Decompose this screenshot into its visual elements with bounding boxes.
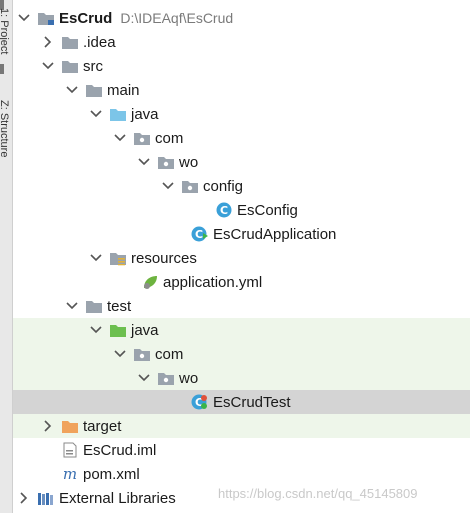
folder-label: java (131, 105, 159, 123)
folder-icon (61, 58, 79, 74)
tree-node-pom[interactable]: m pom.xml (13, 462, 470, 486)
file-label: application.yml (163, 273, 263, 291)
tree-node-idea[interactable]: .idea (13, 30, 470, 54)
tree-node-test-java[interactable]: java (13, 318, 470, 342)
tree-node-config[interactable]: config (13, 174, 470, 198)
package-label: com (155, 129, 184, 147)
chevron-right-icon[interactable] (41, 419, 55, 433)
idea-name: idea (87, 33, 116, 51)
tree-node-main-java[interactable]: java (13, 102, 470, 126)
watermark: https://blog.csdn.net/qq_45145809 (218, 486, 418, 501)
package-label: config (203, 177, 244, 195)
source-root-folder-icon (109, 106, 127, 122)
test-class-icon: C (191, 394, 209, 410)
folder-label: java (131, 321, 159, 339)
chevron-down-icon[interactable] (113, 131, 127, 145)
package-icon (133, 346, 151, 362)
tree-node-esconfig[interactable]: C EsConfig (13, 198, 470, 222)
chevron-down-icon[interactable] (65, 299, 79, 313)
maven-icon: m (61, 466, 79, 482)
spring-leaf-icon (141, 274, 159, 290)
file-label: pom.xml (83, 465, 140, 483)
chevron-down-icon[interactable] (17, 11, 31, 25)
libraries-icon (37, 490, 55, 506)
tree-node-test[interactable]: test (13, 294, 470, 318)
tree-node-resources[interactable]: resources (13, 246, 470, 270)
test-root-folder-icon (109, 322, 127, 338)
chevron-down-icon[interactable] (113, 347, 127, 361)
folder-label: test (107, 297, 132, 315)
svg-text:m: m (63, 466, 77, 482)
tree-node-main-com[interactable]: com (13, 126, 470, 150)
tree-node-test-wo[interactable]: wo (13, 366, 470, 390)
class-label: EsConfig (237, 201, 298, 219)
resources-folder-icon (109, 250, 127, 266)
chevron-down-icon[interactable] (65, 83, 79, 97)
chevron-right-icon[interactable] (41, 35, 55, 49)
tree-node-main[interactable]: main (13, 78, 470, 102)
file-label: EsCrud.iml (83, 441, 157, 459)
package-icon (157, 154, 175, 170)
tree-node-iml[interactable]: EsCrud.iml (13, 438, 470, 462)
tree-node-application-yml[interactable]: application.yml (13, 270, 470, 294)
class-label: EsCrudTest (213, 393, 291, 411)
root-project-path: D:\IDEAqf\EsCrud (120, 10, 234, 26)
package-label: wo (179, 369, 199, 387)
chevron-down-icon[interactable] (137, 371, 151, 385)
folder-label: main (107, 81, 140, 99)
tree-node-src[interactable]: src (13, 54, 470, 78)
folder-label: src (83, 57, 103, 75)
chevron-down-icon[interactable] (41, 59, 55, 73)
libraries-label: External Libraries (59, 489, 176, 507)
chevron-right-icon[interactable] (17, 491, 31, 505)
spring-boot-class-icon: C (191, 226, 209, 242)
tree-node-escrudapplication[interactable]: C EsCrudApplication (13, 222, 470, 246)
folder-label: resources (131, 249, 197, 267)
tree-node-target[interactable]: target (13, 414, 470, 438)
folder-icon (85, 82, 103, 98)
tree-node-main-wo[interactable]: wo (13, 150, 470, 174)
tool-window-strip: 1: Project Z: Structure (0, 0, 13, 513)
package-label: com (155, 345, 184, 363)
root-project-name: EsCrud (59, 9, 113, 27)
package-icon (157, 370, 175, 386)
module-folder-icon (37, 10, 55, 26)
structure-tool-tab[interactable]: Z: Structure (0, 100, 10, 157)
folder-icon (61, 34, 79, 50)
tab-separator (0, 64, 4, 74)
excluded-folder-icon (61, 418, 79, 434)
project-tree: EsCrud D:\IDEAqf\EsCrud .idea src main j… (13, 0, 470, 513)
package-icon (133, 130, 151, 146)
folder-label: .idea (83, 34, 116, 51)
chevron-down-icon[interactable] (89, 107, 103, 121)
folder-label: target (83, 417, 122, 435)
iml-file-icon (61, 442, 79, 458)
tree-node-root[interactable]: EsCrud D:\IDEAqf\EsCrud (13, 6, 470, 30)
project-tool-tab[interactable]: 1: Project (0, 8, 10, 54)
package-icon (181, 178, 199, 194)
package-label: wo (179, 153, 199, 171)
tree-node-escrudtest[interactable]: C EsCrudTest (13, 390, 470, 414)
chevron-down-icon[interactable] (137, 155, 151, 169)
svg-text:C: C (220, 204, 228, 217)
folder-icon (85, 298, 103, 314)
class-icon: C (215, 202, 233, 218)
class-label: EsCrudApplication (213, 225, 337, 243)
chevron-down-icon[interactable] (89, 251, 103, 265)
tree-node-test-com[interactable]: com (13, 342, 470, 366)
svg-text:C: C (195, 228, 203, 241)
chevron-down-icon[interactable] (161, 179, 175, 193)
chevron-down-icon[interactable] (89, 323, 103, 337)
